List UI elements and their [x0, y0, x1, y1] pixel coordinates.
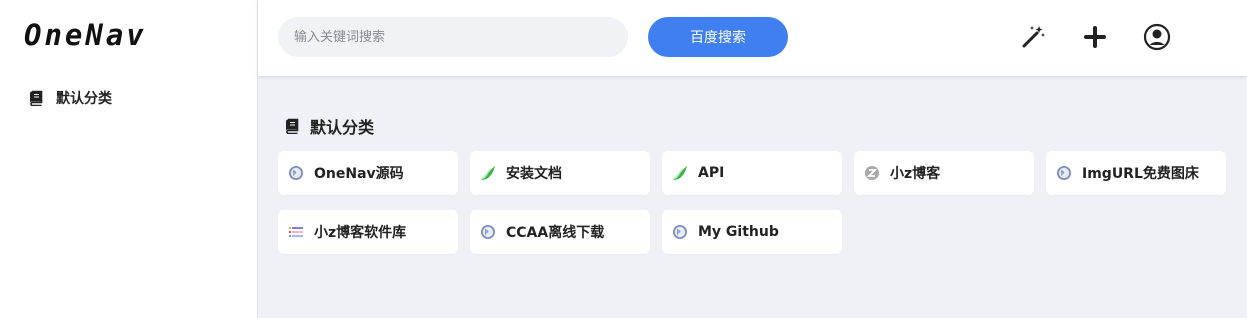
link-card-onenav-source[interactable]: OneNav源码 — [278, 151, 458, 195]
link-card-api[interactable]: API — [662, 151, 842, 195]
sidebar-item-default-category[interactable]: 默认分类 — [28, 86, 112, 110]
link-label: OneNav源码 — [314, 166, 404, 182]
link-card-install-docs[interactable]: 安装文档 — [470, 151, 650, 195]
globe-icon — [673, 225, 687, 239]
link-label: My Github — [698, 224, 779, 240]
section-title: 默认分类 — [284, 114, 374, 138]
link-card-ccaa-download[interactable]: CCAA离线下载 — [470, 210, 650, 254]
link-card-my-github[interactable]: My Github — [662, 210, 842, 254]
link-label: ImgURL免费图床 — [1082, 166, 1199, 182]
link-label: CCAA离线下载 — [506, 225, 605, 241]
link-card-imgurl[interactable]: ImgURL免费图床 — [1046, 151, 1226, 195]
z-logo-icon — [865, 166, 879, 180]
leaf-icon — [480, 166, 495, 181]
user-icon[interactable] — [1142, 22, 1172, 52]
link-label: 小z博客软件库 — [314, 225, 407, 241]
section-title-label: 默认分类 — [310, 118, 375, 137]
plus-icon[interactable] — [1080, 22, 1110, 52]
magic-wand-icon[interactable] — [1018, 22, 1048, 52]
globe-icon — [1057, 166, 1071, 180]
link-card-xiaoz-blog[interactable]: 小z博客 — [854, 151, 1034, 195]
sidebar-item-label: 默认分类 — [56, 91, 112, 107]
search-input[interactable] — [278, 17, 628, 57]
link-label: 安装文档 — [506, 166, 562, 182]
top-header: 百度搜索 — [258, 0, 1247, 76]
list-icon — [289, 227, 303, 237]
book-icon — [30, 90, 43, 106]
link-card-xiaoz-software[interactable]: 小z博客软件库 — [278, 210, 458, 254]
app-logo[interactable]: OneNav — [24, 18, 147, 52]
globe-icon — [481, 225, 495, 239]
leaf-icon — [672, 166, 687, 181]
main-content: 默认分类 OneNav源码 安装文档 API 小z博客 ImgURL免费图床 小… — [258, 76, 1247, 318]
globe-icon — [289, 166, 303, 180]
sidebar: OneNav 默认分类 — [0, 0, 258, 318]
baidu-search-button[interactable]: 百度搜索 — [648, 17, 788, 57]
app-window: OneNav 默认分类 百度搜索 — [0, 0, 1247, 318]
link-label: API — [698, 165, 725, 181]
book-icon — [286, 118, 299, 134]
link-label: 小z博客 — [890, 166, 941, 182]
